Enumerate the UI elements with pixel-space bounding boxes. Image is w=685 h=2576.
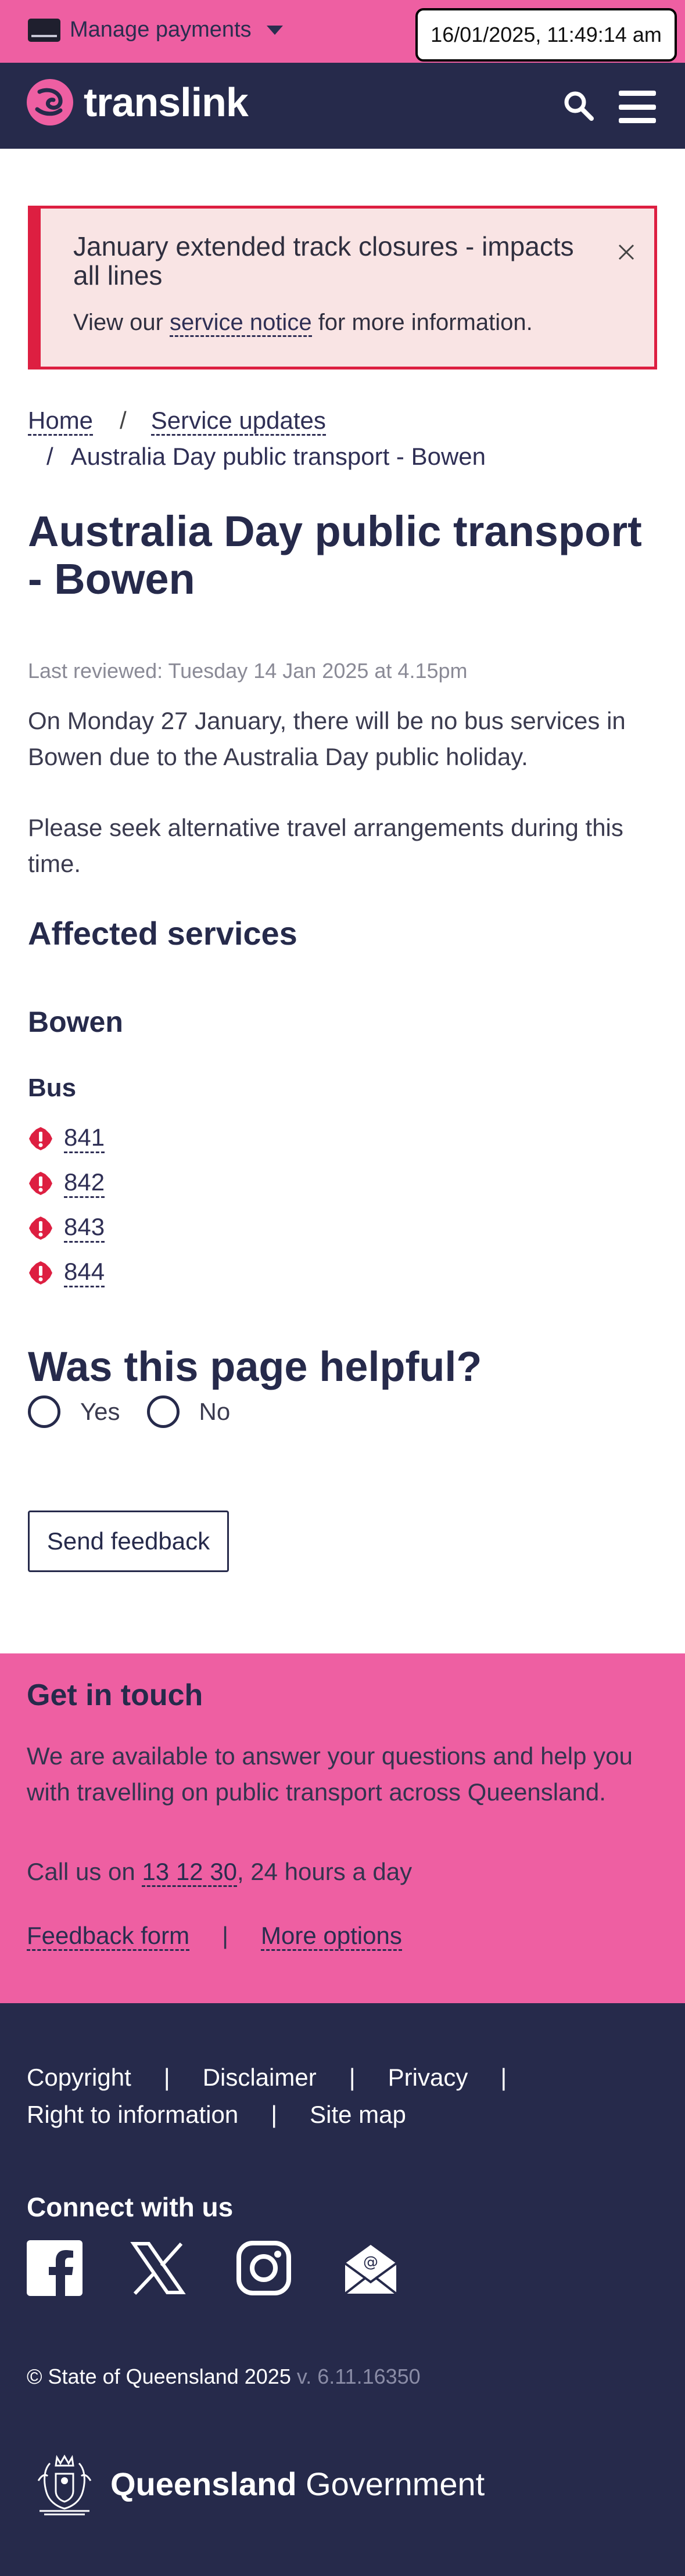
email-icon[interactable]: @ bbox=[343, 2240, 399, 2296]
datetime-overlay: 16/01/2025, 11:49:14 am bbox=[415, 8, 677, 62]
breadcrumb-separator: / bbox=[46, 443, 53, 470]
manage-payments-menu[interactable]: Manage payments bbox=[28, 17, 283, 42]
footer-separator: | bbox=[163, 2064, 170, 2091]
search-icon[interactable] bbox=[561, 88, 596, 123]
facebook-icon[interactable] bbox=[27, 2240, 83, 2296]
alert-body-prefix: View our bbox=[73, 310, 170, 335]
get-in-touch-heading: Get in touch bbox=[27, 1678, 203, 1712]
footer-links: Copyright | Disclaimer | Privacy | Right to i… bbox=[27, 2059, 608, 2133]
route-item: 841 bbox=[28, 1124, 105, 1153]
footer-link-disclaimer[interactable]: Disclaimer bbox=[203, 2064, 317, 2091]
menu-line bbox=[619, 118, 656, 123]
route-link[interactable]: 841 bbox=[64, 1124, 105, 1153]
notice-paragraph: On Monday 27 January, there will be no b… bbox=[28, 707, 626, 770]
queensland-crest-icon bbox=[37, 2455, 92, 2516]
alert-icon bbox=[29, 1126, 52, 1150]
footer-separator: | bbox=[349, 2064, 356, 2091]
more-options-link[interactable]: More options bbox=[261, 1922, 402, 1951]
brand-name: translink bbox=[84, 80, 249, 125]
yes-label: Yes bbox=[80, 1398, 120, 1425]
advice-paragraph: Please seek alternative travel arrangeme… bbox=[28, 814, 623, 877]
route-link[interactable]: 843 bbox=[64, 1213, 105, 1243]
route-link[interactable]: 844 bbox=[64, 1258, 105, 1287]
instagram-icon[interactable] bbox=[236, 2240, 292, 2296]
footer-link-privacy[interactable]: Privacy bbox=[388, 2064, 468, 2091]
get-in-touch-text: We are available to answer your question… bbox=[27, 1742, 633, 1806]
region-heading: Bowen bbox=[28, 1006, 123, 1038]
manage-payments-label: Manage payments bbox=[70, 17, 252, 42]
payment-card-icon bbox=[28, 18, 60, 42]
close-icon[interactable] bbox=[615, 241, 638, 264]
link-separator: | bbox=[222, 1922, 229, 1949]
footer-link-copyright[interactable]: Copyright bbox=[27, 2064, 131, 2091]
feedback-form-link[interactable]: Feedback form bbox=[27, 1922, 190, 1951]
site-footer: Copyright | Disclaimer | Privacy | Right to i… bbox=[0, 2003, 685, 2576]
copyright-label: © State of Queensland 2025 bbox=[27, 2365, 291, 2388]
translink-logo-icon bbox=[27, 79, 73, 125]
x-icon[interactable] bbox=[130, 2240, 186, 2296]
service-alert: January extended track closures - impact… bbox=[28, 206, 657, 369]
menu-line bbox=[619, 91, 656, 96]
copyright-text: © State of Queensland 2025 v. 6.11.16350 bbox=[27, 2365, 421, 2389]
yes-radio[interactable] bbox=[28, 1395, 60, 1428]
gov-regular: Government bbox=[296, 2465, 485, 2502]
alert-body: View our service notice for more informa… bbox=[73, 310, 533, 337]
no-radio[interactable] bbox=[146, 1395, 180, 1428]
gov-bold: Queensland bbox=[110, 2465, 297, 2502]
svg-text:@: @ bbox=[363, 2254, 378, 2271]
alert-icon bbox=[29, 1261, 52, 1285]
government-wordmark: Queensland Government bbox=[110, 2465, 485, 2503]
send-feedback-button[interactable]: Send feedback bbox=[28, 1511, 229, 1572]
mode-heading: Bus bbox=[28, 1074, 77, 1102]
site-header: translink bbox=[0, 63, 685, 149]
alert-icon bbox=[29, 1216, 52, 1240]
footer-link-site-map[interactable]: Site map bbox=[310, 2101, 406, 2128]
no-label: No bbox=[199, 1398, 231, 1425]
alert-body-suffix: for more information. bbox=[311, 310, 533, 335]
route-item: 844 bbox=[28, 1258, 105, 1287]
chevron-down-icon bbox=[266, 25, 283, 35]
top-bar: Manage payments 16/01/2025, 11:49:14 am bbox=[0, 0, 685, 63]
queensland-government-logo[interactable]: Queensland Government bbox=[27, 2446, 485, 2521]
route-link[interactable]: 842 bbox=[64, 1168, 105, 1198]
alert-title: January extended track closures - impact… bbox=[73, 231, 574, 290]
footer-separator: | bbox=[271, 2101, 278, 2128]
page-title: Australia Day public transport - Bowen bbox=[28, 507, 642, 603]
translink-logo[interactable]: translink bbox=[27, 79, 249, 125]
menu-line bbox=[619, 104, 656, 110]
page: Manage payments 16/01/2025, 11:49:14 am … bbox=[0, 0, 685, 2576]
connect-heading: Connect with us bbox=[27, 2192, 234, 2222]
alert-icon bbox=[29, 1171, 52, 1195]
version-label: v. 6.11.16350 bbox=[291, 2365, 421, 2388]
affected-services-heading: Affected services bbox=[28, 915, 297, 952]
breadcrumb-current: Australia Day public transport - Bowen bbox=[70, 443, 486, 470]
service-notice-link[interactable]: service notice bbox=[170, 310, 312, 337]
route-item: 843 bbox=[28, 1213, 105, 1243]
breadcrumb-home[interactable]: Home bbox=[28, 407, 94, 436]
contact-links: Feedback form | More options bbox=[27, 1922, 402, 1951]
helpful-options: Yes No bbox=[28, 1395, 257, 1428]
route-item: 842 bbox=[28, 1168, 105, 1198]
footer-link-right-to-information[interactable]: Right to information bbox=[27, 2101, 238, 2128]
breadcrumb-separator: / bbox=[120, 407, 127, 434]
call-prefix: Call us on bbox=[27, 1858, 142, 1885]
helpful-question: Was this page helpful? bbox=[28, 1344, 482, 1390]
last-reviewed: Last reviewed: Tuesday 14 Jan 2025 at 4.… bbox=[28, 659, 468, 683]
get-in-touch-section: Get in touch We are available to answer … bbox=[0, 1653, 685, 2003]
call-suffix: , 24 hours a day bbox=[236, 1858, 413, 1885]
call-us-text: Call us on 13 12 30, 24 hours a day bbox=[27, 1858, 413, 1887]
footer-separator: | bbox=[500, 2064, 507, 2091]
breadcrumb-service-updates[interactable]: Service updates bbox=[150, 407, 326, 436]
hamburger-menu-icon[interactable] bbox=[619, 91, 656, 123]
phone-link[interactable]: 13 12 30 bbox=[142, 1858, 237, 1887]
